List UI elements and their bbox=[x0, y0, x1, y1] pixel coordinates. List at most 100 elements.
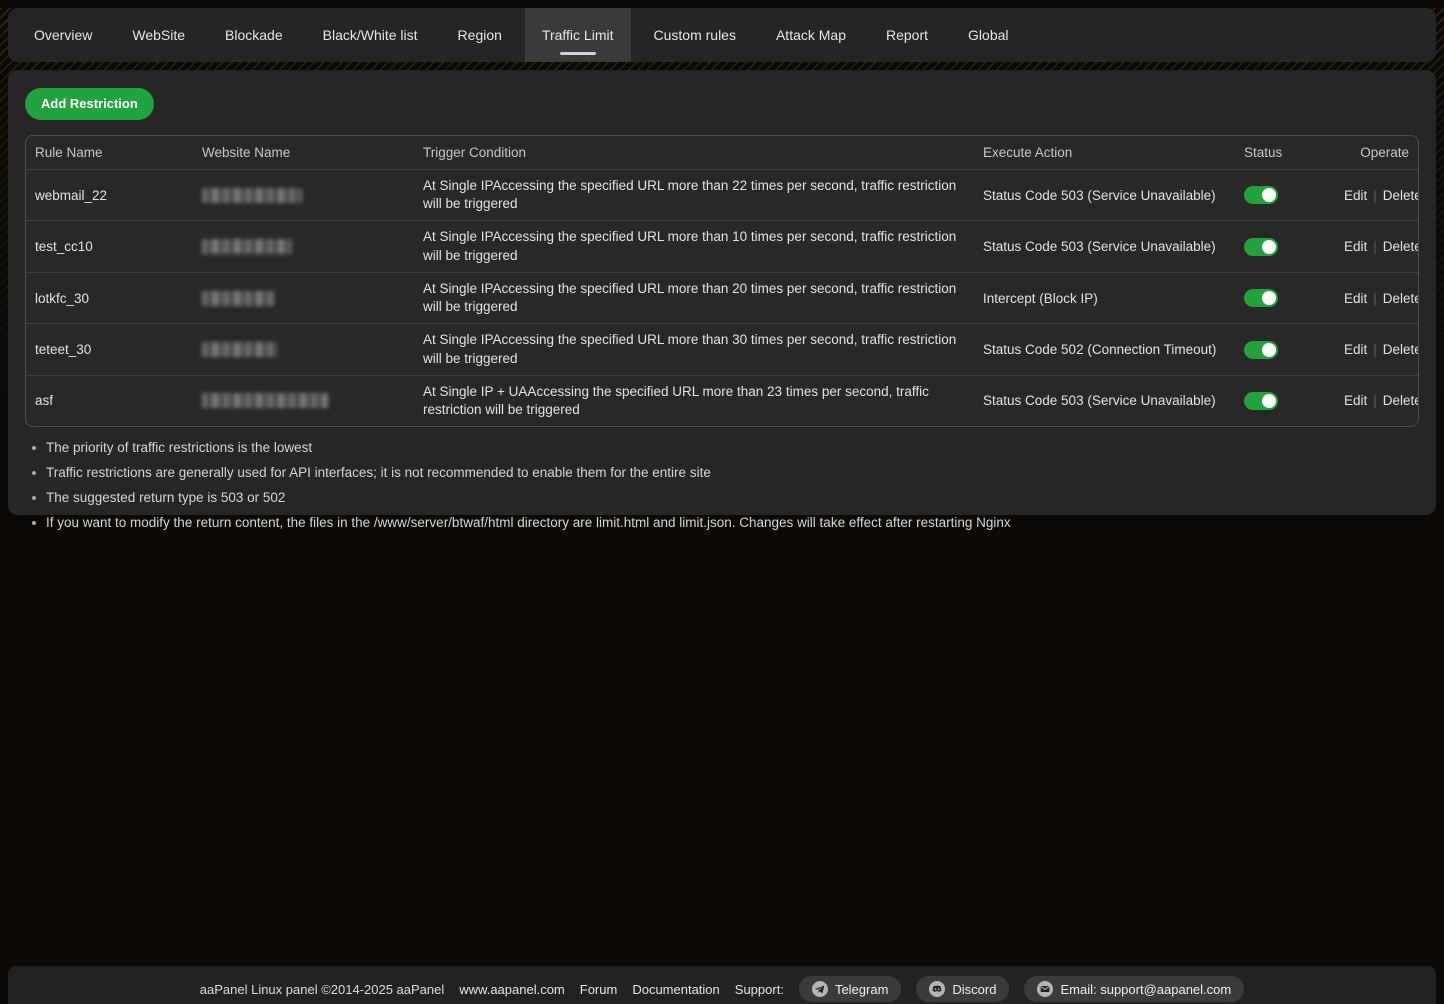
active-tab-indicator bbox=[560, 52, 596, 55]
status-cell bbox=[1235, 282, 1335, 314]
operate-divider: | bbox=[1373, 188, 1377, 203]
telegram-label: Telegram bbox=[835, 982, 888, 997]
delete-link[interactable]: Delete bbox=[1383, 291, 1419, 306]
website-name-cell bbox=[193, 386, 414, 415]
status-toggle[interactable] bbox=[1244, 341, 1278, 359]
tab-label: Custom rules bbox=[654, 27, 736, 43]
operate-divider: | bbox=[1373, 239, 1377, 254]
column-header-operate: Operate bbox=[1335, 145, 1418, 160]
notes-list: The priority of traffic restrictions is … bbox=[25, 441, 1419, 530]
table-row: test_cc10 At Single IPAccessing the spec… bbox=[26, 220, 1418, 271]
delete-link[interactable]: Delete bbox=[1383, 188, 1419, 203]
execute-action: Status Code 503 (Service Unavailable) bbox=[974, 181, 1235, 210]
page-footer: aaPanel Linux panel ©2014-2025 aaPanel w… bbox=[8, 966, 1436, 1004]
redacted-website-name bbox=[202, 188, 302, 203]
website-name-cell bbox=[193, 284, 414, 313]
tab-black-white-list[interactable]: Black/White list bbox=[306, 8, 435, 62]
status-cell bbox=[1235, 179, 1335, 211]
trigger-condition: At Single IPAccessing the specified URL … bbox=[414, 273, 974, 323]
documentation-link[interactable]: Documentation bbox=[632, 982, 719, 997]
tab-blockade[interactable]: Blockade bbox=[208, 8, 300, 62]
tab-label: Attack Map bbox=[776, 27, 846, 43]
operate-cell: Edit | Delete bbox=[1335, 232, 1419, 261]
execute-action: Intercept (Block IP) bbox=[974, 284, 1235, 313]
column-header-execute-action: Execute Action bbox=[974, 145, 1235, 160]
rule-name: teteet_30 bbox=[26, 335, 193, 364]
website-link[interactable]: www.aapanel.com bbox=[459, 982, 565, 997]
tab-label: Traffic Limit bbox=[542, 27, 614, 43]
operate-divider: | bbox=[1373, 291, 1377, 306]
tab-region[interactable]: Region bbox=[441, 8, 519, 62]
top-navbar: Overview WebSite Blockade Black/White li… bbox=[8, 8, 1436, 62]
edit-link[interactable]: Edit bbox=[1344, 342, 1367, 357]
tab-website[interactable]: WebSite bbox=[115, 8, 202, 62]
edit-link[interactable]: Edit bbox=[1344, 291, 1367, 306]
trigger-condition: At Single IPAccessing the specified URL … bbox=[414, 170, 974, 220]
discord-label: Discord bbox=[952, 982, 996, 997]
status-cell bbox=[1235, 385, 1335, 417]
email-label: Email: support@aapanel.com bbox=[1060, 982, 1231, 997]
table-row: webmail_22 At Single IPAccessing the spe… bbox=[26, 169, 1418, 220]
column-header-status: Status bbox=[1235, 145, 1335, 160]
redacted-website-name bbox=[202, 342, 278, 357]
tab-custom-rules[interactable]: Custom rules bbox=[637, 8, 753, 62]
note-item: If you want to modify the return content… bbox=[25, 516, 1419, 531]
tab-overview[interactable]: Overview bbox=[17, 8, 109, 62]
tab-report[interactable]: Report bbox=[869, 8, 945, 62]
discord-icon bbox=[929, 981, 945, 997]
note-item: The suggested return type is 503 or 502 bbox=[25, 491, 1419, 506]
copyright-text: aaPanel Linux panel ©2014-2025 aaPanel bbox=[200, 982, 445, 997]
operate-cell: Edit | Delete bbox=[1335, 181, 1419, 210]
execute-action: Status Code 502 (Connection Timeout) bbox=[974, 335, 1235, 364]
tab-label: Report bbox=[886, 27, 928, 43]
column-header-website-name: Website Name bbox=[193, 145, 414, 160]
trigger-condition: At Single IPAccessing the specified URL … bbox=[414, 324, 974, 374]
add-restriction-button[interactable]: Add Restriction bbox=[25, 88, 154, 120]
rule-name: webmail_22 bbox=[26, 181, 193, 210]
edit-link[interactable]: Edit bbox=[1344, 239, 1367, 254]
support-label: Support: bbox=[735, 982, 784, 997]
operate-divider: | bbox=[1373, 342, 1377, 357]
tab-attack-map[interactable]: Attack Map bbox=[759, 8, 863, 62]
execute-action: Status Code 503 (Service Unavailable) bbox=[974, 386, 1235, 415]
tab-traffic-limit[interactable]: Traffic Limit bbox=[525, 8, 631, 62]
status-toggle[interactable] bbox=[1244, 289, 1278, 307]
trigger-condition: At Single IP + UAAccessing the specified… bbox=[414, 376, 974, 426]
tab-global[interactable]: Global bbox=[951, 8, 1025, 62]
telegram-icon bbox=[812, 981, 828, 997]
status-toggle[interactable] bbox=[1244, 238, 1278, 256]
tab-label: WebSite bbox=[132, 27, 185, 43]
traffic-limit-panel: Add Restriction Rule Name Website Name T… bbox=[8, 70, 1436, 515]
execute-action: Status Code 503 (Service Unavailable) bbox=[974, 232, 1235, 261]
status-toggle[interactable] bbox=[1244, 392, 1278, 410]
note-item: Traffic restrictions are generally used … bbox=[25, 466, 1419, 481]
edit-link[interactable]: Edit bbox=[1344, 393, 1367, 408]
status-cell bbox=[1235, 334, 1335, 366]
edit-link[interactable]: Edit bbox=[1344, 188, 1367, 203]
email-button[interactable]: Email: support@aapanel.com bbox=[1024, 976, 1244, 1002]
redacted-website-name bbox=[202, 393, 328, 408]
tab-label: Blockade bbox=[225, 27, 283, 43]
rule-name: lotkfc_30 bbox=[26, 284, 193, 313]
discord-button[interactable]: Discord bbox=[916, 976, 1009, 1002]
status-cell bbox=[1235, 231, 1335, 263]
website-name-cell bbox=[193, 232, 414, 261]
operate-cell: Edit | Delete bbox=[1335, 284, 1419, 313]
redacted-website-name bbox=[202, 239, 292, 254]
operate-cell: Edit | Delete bbox=[1335, 386, 1419, 415]
delete-link[interactable]: Delete bbox=[1383, 393, 1419, 408]
rule-name: test_cc10 bbox=[26, 232, 193, 261]
column-header-rule-name: Rule Name bbox=[26, 145, 193, 160]
status-toggle[interactable] bbox=[1244, 186, 1278, 204]
rule-name: asf bbox=[26, 386, 193, 415]
delete-link[interactable]: Delete bbox=[1383, 239, 1419, 254]
website-name-cell bbox=[193, 335, 414, 364]
telegram-button[interactable]: Telegram bbox=[799, 976, 901, 1002]
forum-link[interactable]: Forum bbox=[580, 982, 618, 997]
delete-link[interactable]: Delete bbox=[1383, 342, 1419, 357]
tab-label: Black/White list bbox=[323, 27, 418, 43]
column-header-trigger-condition: Trigger Condition bbox=[414, 145, 974, 160]
tab-label: Global bbox=[968, 27, 1008, 43]
operate-divider: | bbox=[1373, 393, 1377, 408]
email-icon bbox=[1037, 981, 1053, 997]
